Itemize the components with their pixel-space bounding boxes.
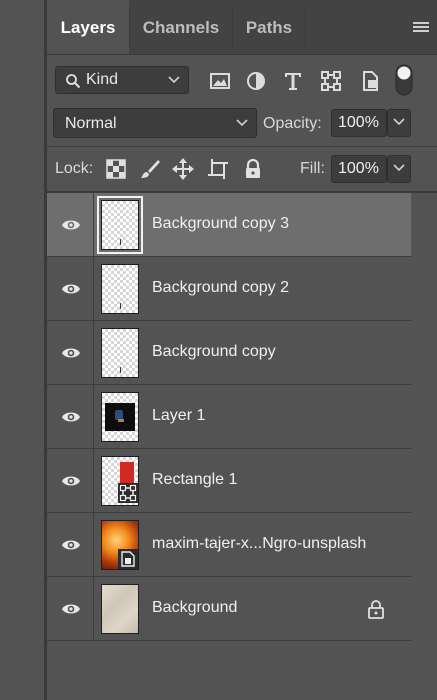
filter-kind-label: Kind <box>86 71 119 88</box>
opacity-dropdown-button[interactable] <box>387 109 411 137</box>
fill-input[interactable]: 100% <box>331 155 387 183</box>
chevron-down-icon <box>393 164 405 172</box>
layer-name[interactable]: Background copy 3 <box>152 215 289 233</box>
blend-mode-select[interactable]: Normal <box>53 108 257 138</box>
chevron-down-icon <box>236 119 248 127</box>
opacity-input[interactable]: 100% <box>331 109 387 137</box>
smart-object-badge-icon <box>118 549 138 569</box>
lock-row: Lock: Fill: 100% <box>47 148 437 190</box>
chevron-down-icon <box>393 118 405 126</box>
layer-row[interactable]: maxim-tajer-x...Ngro-unsplash <box>47 513 411 577</box>
shape-layer-badge-icon <box>118 483 138 503</box>
layer-name[interactable]: Layer 1 <box>152 407 205 425</box>
shape-filter-icon[interactable] <box>320 70 342 92</box>
panel-scroll-gutter <box>411 193 437 700</box>
tab-channels[interactable]: Channels <box>130 0 232 52</box>
layer-thumbnail[interactable] <box>101 456 139 506</box>
visibility-toggle[interactable] <box>47 513 94 577</box>
layer-name[interactable]: Background <box>152 599 237 617</box>
layer-thumbnail[interactable] <box>101 584 139 634</box>
visibility-toggle[interactable] <box>47 321 94 385</box>
eye-icon <box>62 540 80 550</box>
layer-thumbnail[interactable] <box>101 264 139 314</box>
panel-menu-icon[interactable] <box>413 22 429 34</box>
image-filter-icon[interactable] <box>209 70 231 92</box>
smart-object-filter-icon[interactable] <box>359 70 381 92</box>
search-icon <box>66 74 81 89</box>
filter-kind-select[interactable]: Kind <box>55 66 189 94</box>
fill-value: 100% <box>338 160 379 177</box>
visibility-toggle[interactable] <box>47 449 94 513</box>
eye-icon <box>62 604 80 614</box>
layer-row[interactable]: Background copy <box>47 321 411 385</box>
fill-label: Fill: <box>300 160 325 177</box>
lock-position-icon[interactable] <box>172 158 194 180</box>
visibility-toggle[interactable] <box>47 385 94 449</box>
type-filter-icon[interactable] <box>282 70 304 92</box>
lock-all-icon[interactable] <box>242 158 264 180</box>
layer-name[interactable]: Background copy 2 <box>152 279 289 297</box>
layer-thumbnail[interactable] <box>101 328 139 378</box>
panel-tab-bar: Layers Channels Paths <box>47 0 437 55</box>
lock-transparent-pixels-icon[interactable] <box>105 158 127 180</box>
eye-icon <box>62 348 80 358</box>
opacity-value: 100% <box>338 114 379 131</box>
tab-paths[interactable]: Paths <box>233 0 305 52</box>
fill-dropdown-button[interactable] <box>387 155 411 183</box>
layer-thumbnail[interactable] <box>101 392 139 442</box>
layer-thumbnail[interactable] <box>101 520 139 570</box>
blend-mode-value: Normal <box>65 115 117 132</box>
visibility-toggle[interactable] <box>47 577 94 641</box>
visibility-toggle[interactable] <box>47 193 94 257</box>
eye-icon <box>62 284 80 294</box>
opacity-label: Opacity: <box>263 115 322 132</box>
layer-row[interactable]: Background copy 2 <box>47 257 411 321</box>
lock-label: Lock: <box>55 160 94 177</box>
left-dock-strip <box>0 0 44 700</box>
tab-separator <box>305 8 306 48</box>
layer-lock-icon[interactable] <box>367 599 385 619</box>
layer-name[interactable]: Rectangle 1 <box>152 471 237 489</box>
layers-list: Background copy 3 Background copy 2 Back… <box>47 193 411 641</box>
layer-row[interactable]: Layer 1 <box>47 385 411 449</box>
layer-thumbnail[interactable] <box>97 196 143 254</box>
chevron-down-icon <box>168 76 180 84</box>
tab-layers[interactable]: Layers <box>47 0 129 54</box>
visibility-toggle[interactable] <box>47 257 94 321</box>
adjustment-filter-icon[interactable] <box>245 70 267 92</box>
lock-image-pixels-icon[interactable] <box>139 158 161 180</box>
filter-toggle-icon[interactable] <box>395 64 413 96</box>
layers-panel: Layers Channels Paths Kind Normal Opacit… <box>47 0 437 700</box>
layer-filter-row: Kind <box>47 60 437 100</box>
eye-icon <box>62 412 80 422</box>
layer-row[interactable]: Background copy 3 <box>47 193 411 257</box>
layer-row[interactable]: Rectangle 1 <box>47 449 411 513</box>
blend-row: Normal Opacity: 100% <box>47 106 437 144</box>
lock-artboard-icon[interactable] <box>207 158 229 180</box>
layer-name[interactable]: Background copy <box>152 343 276 361</box>
eye-icon <box>62 476 80 486</box>
layer-row[interactable]: Background <box>47 577 411 641</box>
layer-name[interactable]: maxim-tajer-x...Ngro-unsplash <box>152 535 366 553</box>
eye-icon <box>62 220 80 230</box>
divider <box>47 146 437 147</box>
